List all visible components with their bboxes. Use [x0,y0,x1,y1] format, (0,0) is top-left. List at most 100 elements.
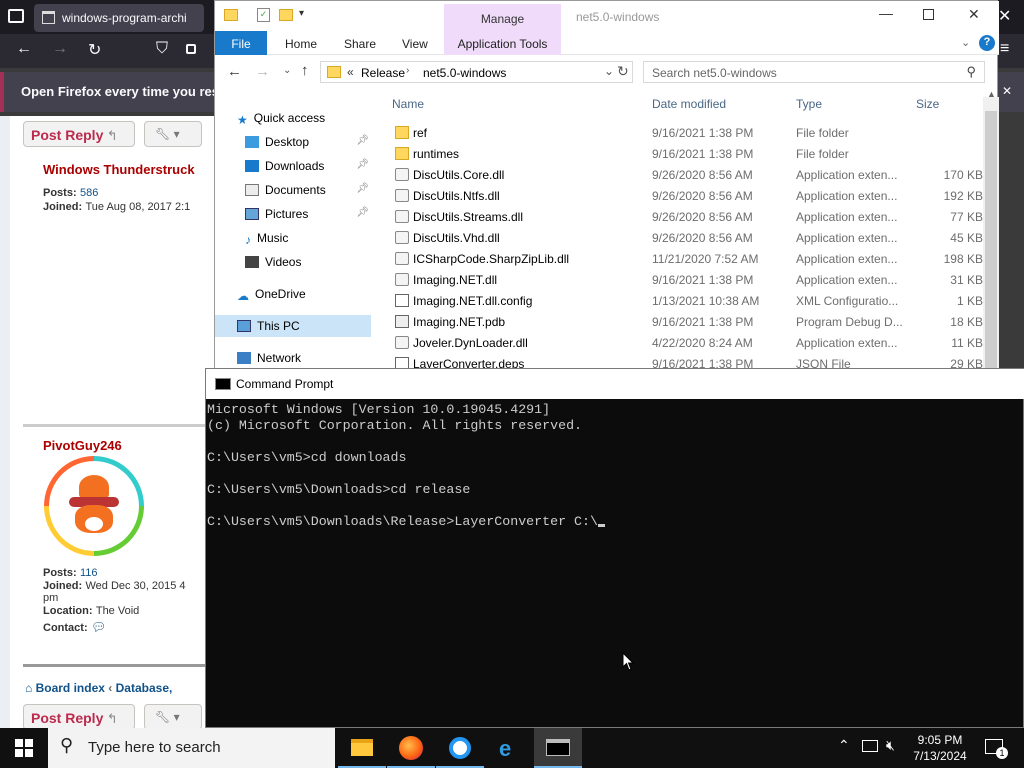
file-explorer-window: ✓ ▾ Manage net5.0-windows — ✕ File Home … [214,0,999,371]
address-bar[interactable]: « Release › net5.0-windows ⌄ [320,61,633,83]
search-input[interactable]: Search net5.0-windows ⚲ [643,61,985,83]
taskbar-firefox[interactable] [387,728,435,768]
file-row[interactable]: runtimes 9/16/2021 1:38 PM File folder [387,143,983,164]
firefox-view-icon[interactable] [8,9,24,23]
taskbar-clock[interactable]: 9:05 PM 7/13/2024 [900,732,980,764]
close-notification-icon[interactable]: ✕ [1002,84,1012,98]
close-window-icon[interactable]: ✕ [998,6,1011,26]
downloads-folder-icon [245,160,259,172]
username-windows-thunderstruck[interactable]: Windows Thunderstruck [43,162,213,177]
pin-icon[interactable]: 📌︎ [356,159,369,170]
file-type: Application exten... [796,210,898,224]
tab-home[interactable]: Home [285,37,317,51]
expand-ribbon-icon[interactable]: ⌄ [961,36,970,49]
reload-icon[interactable]: ↻ [88,40,101,60]
nav-onedrive[interactable]: ☁ OneDrive [237,283,306,305]
nav-desktop[interactable]: Desktop 📌︎ [245,131,369,153]
scroll-up-icon[interactable]: ▲ [987,89,996,99]
file-row[interactable]: DiscUtils.Vhd.dll 9/26/2020 8:56 AM Applic… [387,227,983,248]
post-reply-label: Post Reply [31,710,104,726]
file-size: 1 KB [956,294,983,308]
nav-this-pc[interactable]: This PC [237,315,300,337]
database-link[interactable]: Database, [116,681,173,695]
nav-documents[interactable]: Documents 📌︎ [245,179,369,201]
taskbar-internet-explorer[interactable]: e [485,728,533,768]
post-reply-button-bottom[interactable]: Post Reply ↰ [23,704,135,730]
tab-application-tools[interactable]: Application Tools [444,31,561,55]
scrollbar-thumb[interactable] [985,111,997,369]
refresh-icon[interactable]: ↻ [617,63,629,80]
up-arrow-icon[interactable]: ↑ [301,62,309,79]
show-hidden-icons-icon[interactable]: ⌃ [838,737,850,754]
close-icon[interactable]: ✕ [968,6,980,23]
file-row[interactable]: ICSharpCode.SharpZipLib.dll 11/21/2020 7:… [387,248,983,269]
help-icon[interactable]: ? [979,35,995,51]
post-reply-button[interactable]: Post Reply ↰ [23,121,135,147]
taskbar-search-box[interactable]: ⚲ Type here to search [48,728,335,768]
contact-icon[interactable]: 💬︎ [91,620,106,634]
tab-view[interactable]: View [402,37,428,51]
file-row[interactable]: DiscUtils.Core.dll 9/26/2020 8:56 AM Appli… [387,164,983,185]
column-header-size[interactable]: Size [916,97,939,111]
breadcrumb-release[interactable]: Release [361,66,405,80]
cmd-output[interactable]: Microsoft Windows [Version 10.0.19045.42… [206,400,1024,728]
posts-count[interactable]: 586 [80,187,98,199]
file-row[interactable]: Joveler.DynLoader.dll 4/22/2020 8:24 AM Ap… [387,332,983,353]
column-header-name[interactable]: Name [392,97,424,111]
board-index-link[interactable]: Board index [36,681,105,695]
file-size: 192 KB [943,189,983,203]
file-row[interactable]: Imaging.NET.pdb 9/16/2021 1:38 PM Program … [387,311,983,332]
file-row[interactable]: DiscUtils.Streams.dll 9/26/2020 8:56 AM Ap… [387,206,983,227]
file-name: DiscUtils.Ntfs.dll [413,189,500,203]
username-pivotguy246[interactable]: PivotGuy246 [43,438,213,453]
file-row[interactable]: Imaging.NET.dll.config 1/13/2021 10:38 AM… [387,290,983,311]
browser-tab[interactable]: windows-program-archi [34,4,204,32]
tools-dropdown-button-bottom[interactable]: 🔧︎ ▾ [144,704,202,730]
file-row[interactable]: DiscUtils.Ntfs.dll 9/26/2020 8:56 AM Appli… [387,185,983,206]
quick-access-toolbar-dropdown-icon[interactable]: ▾ [299,8,304,19]
address-dropdown-icon[interactable]: ⌄ [604,64,614,78]
start-button[interactable] [0,728,48,768]
taskbar-app-circle[interactable] [436,728,484,768]
menu-icon[interactable]: ≡ [1000,40,1009,58]
maximize-icon[interactable] [923,9,934,20]
file-name: ICSharpCode.SharpZipLib.dll [413,252,570,266]
nav-pictures[interactable]: Pictures 📌︎ [245,203,369,225]
column-header-type[interactable]: Type [796,97,822,111]
volume-muted-icon[interactable]: 🔇︎ [886,737,895,754]
pin-icon[interactable]: 📌︎ [356,183,369,194]
forward-arrow-icon[interactable]: → [255,63,270,80]
dll-file-icon [395,273,409,286]
breadcrumb-net5[interactable]: net5.0-windows [423,66,506,80]
recent-locations-icon[interactable]: ⌄ [283,65,291,76]
tab-share[interactable]: Share [344,37,376,51]
file-size: 170 KB [943,168,983,182]
nav-downloads[interactable]: Downloads 📌︎ [245,155,369,177]
file-row[interactable]: ref 9/16/2021 1:38 PM File folder [387,122,983,143]
nav-label: Documents [265,183,326,197]
breadcrumb-overflow[interactable]: « [347,65,354,79]
nav-music[interactable]: ♪ Music [245,227,288,249]
tools-dropdown-button[interactable]: 🔧︎ ▾ [144,121,202,147]
forward-arrow-icon[interactable]: → [52,40,68,58]
back-arrow-icon[interactable]: ← [16,40,32,58]
properties-icon[interactable]: ✓ [257,8,270,22]
new-folder-icon[interactable] [279,9,293,21]
nav-quick-access[interactable]: ★ Quick access [237,107,325,129]
shield-icon[interactable]: ⛉ [156,40,168,58]
nav-network[interactable]: Network [237,347,301,369]
network-status-icon[interactable] [862,740,878,752]
back-arrow-icon[interactable]: ← [227,63,242,80]
minimize-icon[interactable]: — [879,5,893,21]
lock-icon[interactable] [186,44,196,54]
pin-icon[interactable]: 📌︎ [356,207,369,218]
nav-videos[interactable]: Videos [245,251,301,273]
taskbar-command-prompt[interactable] [534,728,582,768]
file-type: Application exten... [796,252,898,266]
column-header-date[interactable]: Date modified [652,97,726,111]
file-row[interactable]: Imaging.NET.dll 9/16/2021 1:38 PM Applicat… [387,269,983,290]
taskbar-file-explorer[interactable] [338,728,386,768]
tab-file[interactable]: File [215,31,267,55]
pin-icon[interactable]: 📌︎ [356,135,369,146]
chevron-right-icon[interactable]: › [406,65,409,76]
